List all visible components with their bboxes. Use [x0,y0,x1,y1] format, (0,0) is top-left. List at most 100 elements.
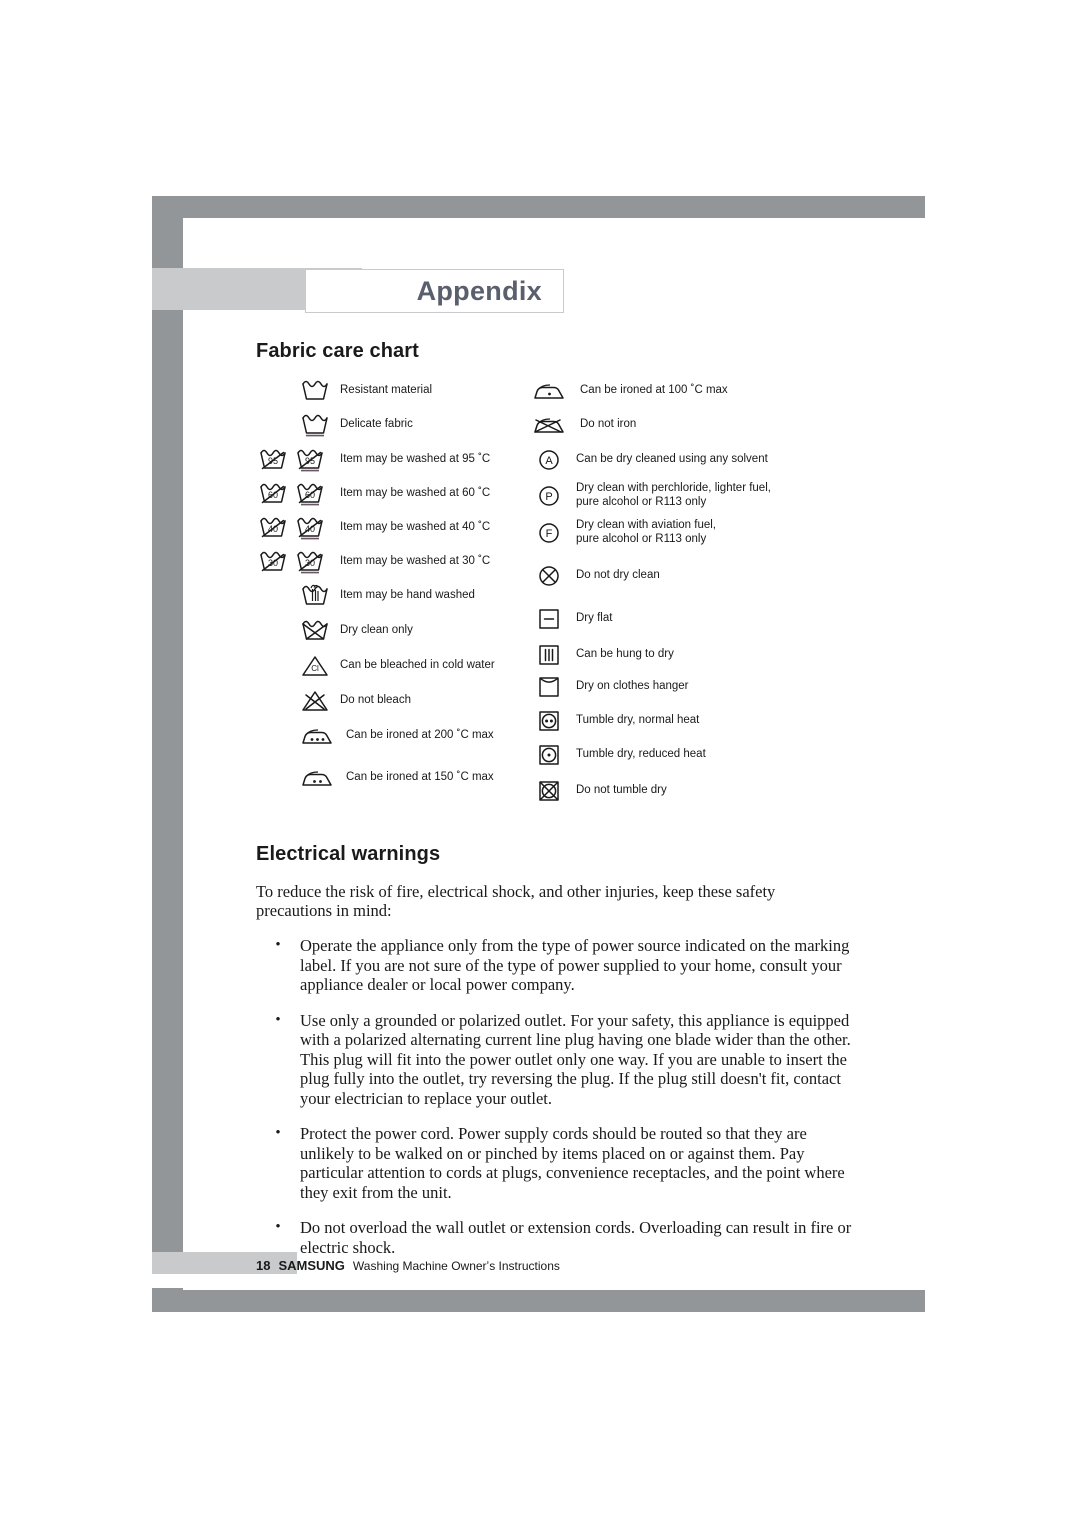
iron-three-dots-icon [298,724,338,748]
page-footer: 18 SAMSUNG Washing Machine Ownerʼs Instr… [256,1258,560,1273]
care-row: Do not dry clean [534,564,660,588]
tumble-dry-reduced-icon [534,743,566,767]
care-row: A Can be dry cleaned using any solvent [534,448,768,472]
care-label: Dry flat [576,612,613,625]
do-not-bleach-icon [298,689,332,713]
list-item: • Use only a grounded or polarized outle… [256,1011,864,1109]
hang-to-dry-icon [534,643,566,667]
frame-top-bar [152,196,925,218]
do-not-iron-icon [530,413,570,437]
list-item-text: Operate the appliance only from the type… [300,936,850,994]
bullet-icon: • [275,937,281,953]
dry-flat-icon [534,607,566,631]
care-row: 40 40 Item may be washed at 40 ˚C [256,516,490,540]
do-not-dryclean-icon [534,564,566,588]
fabric-care-chart-heading: Fabric care chart [256,340,419,362]
care-label: Item may be washed at 30 ˚C [340,555,491,568]
care-row: Resistant material [298,379,432,403]
warnings-intro-text: To reduce the risk of fire, electrical s… [256,882,776,920]
tub-temp-value: 95 [305,456,315,466]
wash-tub-40-pair-icon: 40 40 [256,516,332,540]
care-label: Item may be hand washed [340,589,475,602]
care-label: Can be ironed at 100 ˚C max [580,384,728,397]
wash-tub-underline-icon [298,413,332,437]
care-label: Tumble dry, normal heat [576,714,700,727]
care-row: Do not iron [530,413,636,437]
care-label: Can be dry cleaned using any solvent [576,453,768,466]
list-item-text: Do not overload the wall outlet or exten… [300,1218,852,1257]
hand-wash-icon [298,584,332,608]
footer-brand: SAMSUNG [278,1258,345,1273]
care-row: 30 30 Item may be washed at 30 ˚C [256,550,490,574]
care-label: Item may be washed at 95 ˚C [340,453,491,466]
list-item: • Do not overload the wall outlet or ext… [256,1218,864,1257]
do-not-tumble-dry-icon [534,779,566,803]
care-row: Tumble dry, reduced heat [534,743,706,767]
care-row: Tumble dry, normal heat [534,709,699,733]
wash-tub-60-pair-icon: 60 60 [256,482,332,506]
do-not-wash-icon [298,619,332,643]
care-row: Do not tumble dry [534,779,667,803]
page-title: Appendix [416,275,542,306]
frame-left-bar [152,310,183,1252]
care-row: Do not bleach [298,689,411,713]
appendix-title-box: Appendix [305,269,564,313]
dryclean-a-icon: A [534,448,566,472]
list-item: • Protect the power cord. Power supply c… [256,1124,864,1202]
care-row: 95 95 Item may be washed at 95 ˚C [256,448,490,472]
care-label: Resistant material [340,384,433,397]
care-row: F Dry clean with aviation fuel, pure alc… [534,519,716,546]
dryclean-letter: F [546,528,553,540]
care-row: Dry on clothes hanger [534,675,689,699]
care-row: Can be hung to dry [534,643,674,667]
footer-page-number: 18 [256,1258,271,1273]
care-label: Item may be washed at 40 ˚C [340,521,491,534]
fabric-care-chart: Resistant material Delicate fabric 95 95… [256,379,876,817]
bleach-symbol-text: Cl [311,664,319,673]
care-label: Do not dry clean [576,569,660,582]
care-label: Tumble dry, reduced heat [576,748,706,761]
care-label: Dry clean with perchloride, lighter fuel… [576,482,771,508]
tub-temp-value: 60 [268,490,278,500]
care-label: Dry clean with aviation fuel, pure alcoh… [576,519,716,545]
care-row: 60 60 Item may be washed at 60 ˚C [256,482,490,506]
care-label: Delicate fabric [340,418,413,431]
bullet-icon: • [275,1219,281,1235]
iron-one-dot-icon [530,379,570,403]
tub-temp-value: 40 [268,524,278,534]
bullet-icon: • [275,1125,281,1141]
tub-temp-value: 95 [268,456,278,466]
list-item-text: Use only a grounded or polarized outlet.… [300,1010,851,1108]
care-label: Can be hung to dry [576,648,674,661]
dryclean-p-icon: P [534,484,566,508]
list-item-text: Protect the power cord. Power supply cor… [300,1124,845,1202]
care-label: Can be ironed at 150 ˚C max [346,771,494,784]
dryclean-f-icon: F [534,521,566,545]
care-label: Do not bleach [340,694,411,707]
drip-dry-hanger-icon [534,675,566,699]
frame-bottom-bar [152,1290,925,1312]
wash-tub-95-pair-icon: 95 95 [256,448,332,472]
bullet-icon: • [275,1011,281,1028]
care-row: Dry clean only [298,619,413,643]
care-row: P Dry clean with perchloride, lighter fu… [534,482,771,509]
footer-document-title: Washing Machine Ownerʼs Instructions [352,1259,560,1273]
care-row: Cl Can be bleached in cold water [298,654,495,678]
content-area: Fabric care chart Resistant material Del [256,340,876,1273]
frame-left-bar-upper [152,196,183,268]
care-row: Item may be hand washed [298,584,475,608]
tumble-dry-normal-icon [534,709,566,733]
list-item: • Operate the appliance only from the ty… [256,936,864,995]
care-row: Dry flat [534,607,612,631]
care-label: Dry clean only [340,624,413,637]
iron-two-dots-icon [298,766,338,790]
care-row: Can be ironed at 100 ˚C max [530,379,728,403]
care-label: Item may be washed at 60 ˚C [340,487,491,500]
care-label: Can be ironed at 200 ˚C max [346,729,494,742]
care-label: Do not tumble dry [576,784,667,797]
dryclean-letter: A [545,455,553,467]
electrical-warnings-heading: Electrical warnings [256,843,441,865]
tub-temp-value: 30 [268,558,278,568]
bleach-cold-triangle-icon: Cl [298,654,332,678]
wash-tub-icon [298,379,332,403]
